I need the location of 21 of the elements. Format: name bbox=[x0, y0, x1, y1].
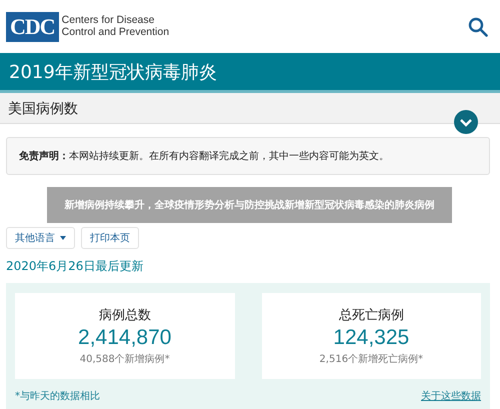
org-name: Control and Prevention bbox=[62, 26, 170, 38]
caption-text: 新增病例持续攀升，全球疫情形势分析与防控挑战新增新型冠状病毒感染的肺炎病例 bbox=[64, 198, 434, 212]
disclaimer-text: 免责声明：本网站持续更新。在所有内容翻译完成之前，其中一些内容可能为英文。 bbox=[19, 151, 389, 162]
page-title: 2019年新型冠状病毒肺炎 bbox=[9, 60, 217, 84]
update-date: 2020年6月26日最后更新 bbox=[6, 258, 144, 275]
stat-note: 40,588个新增病例* bbox=[80, 352, 170, 366]
about-data-link[interactable]: 关于这些数据 bbox=[421, 389, 481, 403]
cdc-logo[interactable]: CDC bbox=[6, 12, 59, 42]
section-header[interactable]: 美国病例数 bbox=[0, 93, 500, 124]
chevron-icon[interactable] bbox=[454, 110, 478, 134]
search-icon[interactable] bbox=[468, 16, 488, 36]
stat-value: 124,325 bbox=[333, 326, 410, 350]
footnote: *与昨天的数据相比 bbox=[15, 390, 100, 403]
action-button[interactable]: 打印本页 bbox=[81, 227, 140, 249]
dropdown-button[interactable]: 其他语言 bbox=[6, 227, 76, 249]
section-title: 美国病例数 bbox=[8, 100, 78, 118]
stat-title: 病例总数 bbox=[98, 307, 151, 324]
stat-value: 2,414,870 bbox=[78, 326, 172, 350]
org-name: Centers for Disease bbox=[62, 14, 156, 26]
stat-title: 总死亡病例 bbox=[338, 307, 404, 324]
stat-note: 2,516个新增死亡病例* bbox=[319, 352, 424, 366]
